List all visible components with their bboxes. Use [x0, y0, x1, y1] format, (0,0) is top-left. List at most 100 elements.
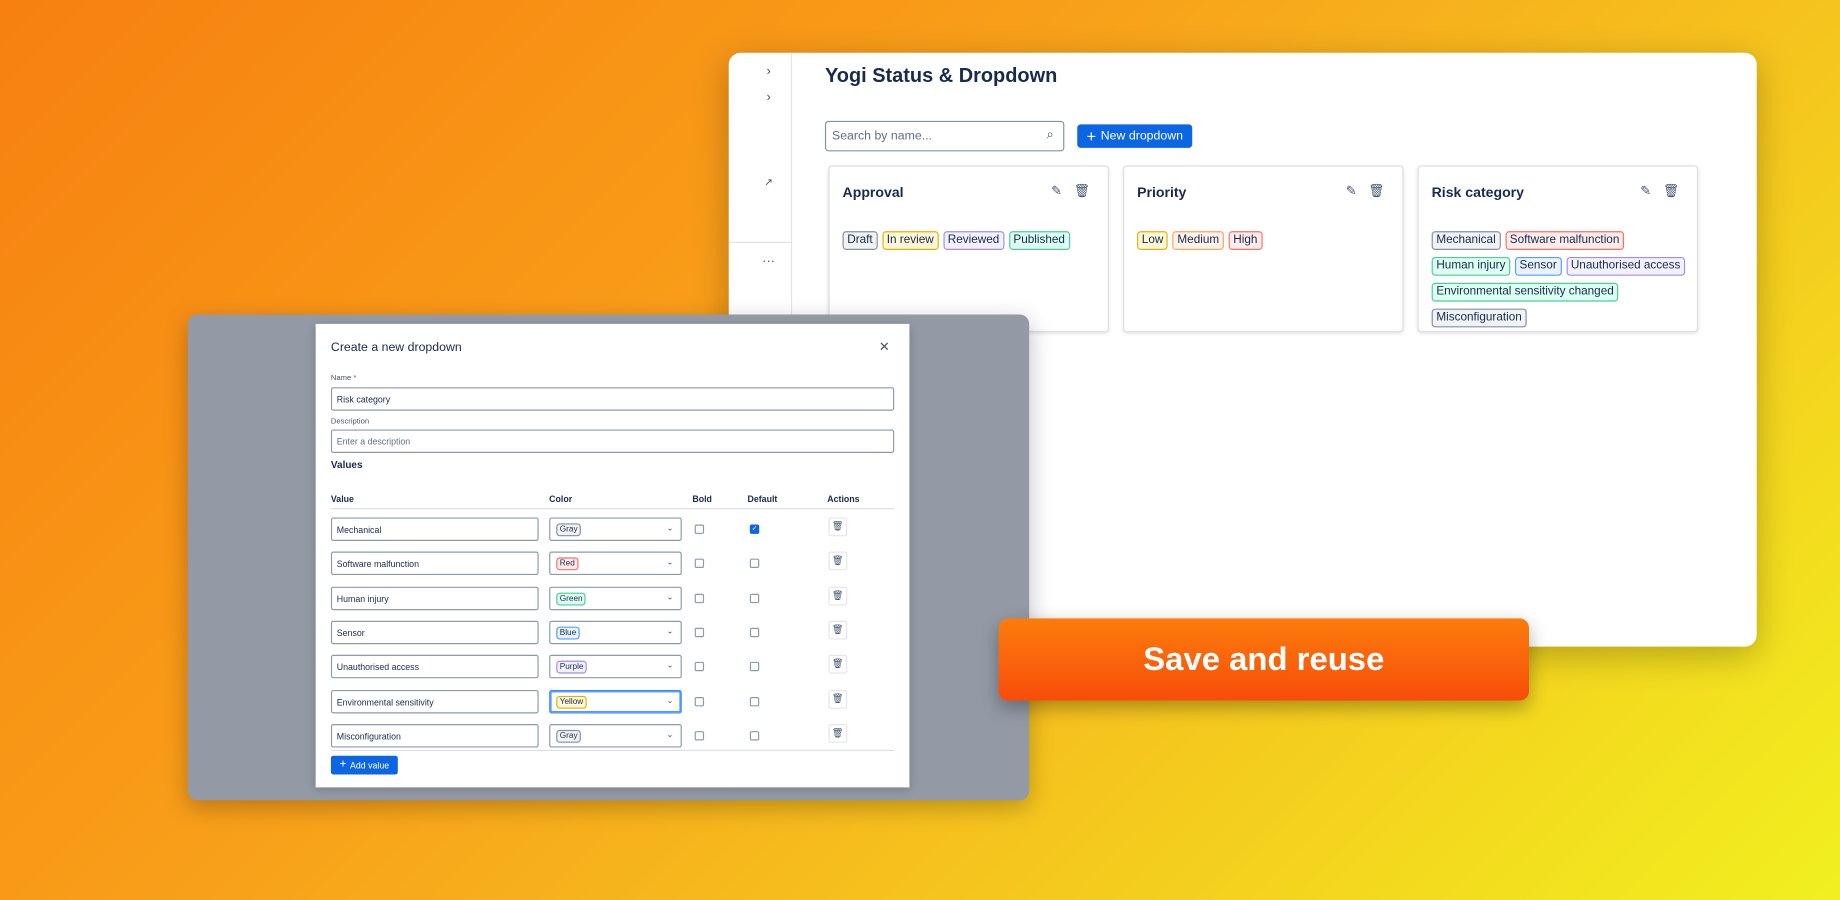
tag-list: Low Medium High — [1137, 231, 1390, 250]
add-value-label: Add value — [349, 759, 390, 771]
trash-icon[interactable]: 🗑 — [1368, 183, 1384, 198]
status-tag: Low — [1137, 231, 1169, 250]
header-bold: Bold — [692, 494, 712, 505]
add-value-button[interactable]: + Add value — [330, 755, 398, 775]
external-link-icon[interactable]: ↗ — [762, 176, 776, 189]
color-tag: Gray — [556, 729, 582, 743]
page-title: Yogi Status & Dropdown — [824, 64, 1058, 87]
new-dropdown-button[interactable]: + New dropdown — [1077, 124, 1193, 148]
delete-row-button[interactable]: 🗑 — [828, 586, 848, 606]
bold-checkbox[interactable] — [694, 696, 705, 706]
name-label-text: Name — [330, 374, 352, 383]
default-checkbox[interactable]: ✓ — [749, 524, 760, 534]
status-tag: Draft — [842, 231, 878, 250]
trash-icon[interactable]: 🗑 — [1663, 183, 1679, 198]
required-mark: * — [353, 374, 357, 383]
delete-row-button[interactable]: 🗑 — [828, 655, 848, 674]
name-input[interactable]: Risk category — [330, 387, 895, 411]
modal-title: Create a new dropdown — [330, 340, 462, 355]
dropdown-card: Risk category ✎ 🗑 Mechanical Software mal… — [1417, 165, 1699, 333]
default-checkbox[interactable] — [749, 558, 760, 569]
description-label: Description — [330, 417, 370, 426]
color-select[interactable]: Gray ⌄ — [549, 517, 682, 541]
color-tag: Green — [556, 592, 587, 606]
value-input[interactable]: Software malfunction — [330, 551, 539, 576]
color-select[interactable]: Yellow ⌄ — [549, 689, 682, 713]
sidebar-divider — [728, 241, 793, 243]
header-divider — [330, 508, 895, 510]
default-checkbox[interactable] — [749, 662, 760, 672]
bold-checkbox[interactable] — [694, 593, 705, 603]
delete-row-button[interactable]: 🗑 — [828, 689, 848, 709]
delete-row-button[interactable]: 🗑 — [828, 551, 848, 571]
status-tag: Environmental sensitivity changed — [1431, 282, 1619, 302]
edit-icon[interactable]: ✎ — [1051, 183, 1062, 198]
chevron-down-icon: ⌄ — [666, 593, 674, 602]
delete-row-button[interactable]: 🗑 — [828, 723, 848, 743]
trash-icon: 🗑 — [831, 658, 844, 670]
tag-list: Mechanical Software malfunction Human inju… — [1431, 231, 1686, 328]
color-select[interactable]: Gray ⌄ — [549, 723, 682, 748]
edit-icon[interactable]: ✎ — [1346, 183, 1357, 198]
chevron-down-icon: ⌄ — [666, 558, 674, 568]
search-input[interactable]: Search by name... ⌕ — [824, 120, 1065, 152]
header-color: Color — [549, 494, 573, 505]
create-dropdown-modal: Create a new dropdown ✕ Name * Risk cate… — [315, 323, 910, 788]
edit-icon[interactable]: ✎ — [1640, 183, 1651, 198]
chevron-down-icon: ⌄ — [666, 696, 674, 705]
plus-icon: + — [1086, 126, 1097, 146]
trash-icon: 🗑 — [831, 727, 844, 738]
header-default: Default — [747, 494, 778, 505]
card-title: Risk category — [1431, 184, 1524, 201]
chevron-right-icon[interactable]: › — [762, 65, 776, 79]
bold-checkbox[interactable] — [694, 627, 705, 638]
bold-checkbox[interactable] — [694, 558, 705, 569]
trash-icon: 🗑 — [831, 555, 844, 566]
value-input[interactable]: Human injury — [330, 586, 539, 610]
status-tag: Published — [1008, 231, 1070, 250]
default-checkbox[interactable] — [749, 593, 760, 603]
default-checkbox[interactable] — [749, 627, 760, 638]
trash-icon[interactable]: 🗑 — [1074, 183, 1090, 198]
status-tag: In review — [882, 231, 939, 250]
status-tag: Mechanical — [1431, 231, 1501, 250]
default-checkbox[interactable] — [749, 730, 760, 741]
bold-checkbox[interactable] — [694, 662, 705, 672]
color-select[interactable]: Purple ⌄ — [549, 655, 682, 679]
chevron-right-icon[interactable]: › — [762, 90, 776, 104]
delete-row-button[interactable]: 🗑 — [828, 620, 848, 640]
close-icon[interactable]: ✕ — [879, 339, 890, 354]
name-label: Name * — [331, 374, 356, 382]
search-icon: ⌕ — [1046, 127, 1054, 142]
default-checkbox[interactable] — [749, 696, 760, 706]
color-select[interactable]: Green ⌄ — [549, 586, 682, 610]
value-input[interactable]: Unauthorised access — [330, 655, 539, 679]
value-input[interactable]: Misconfiguration — [330, 723, 539, 748]
tag-list: Draft In review Reviewed Published — [842, 231, 1096, 250]
color-select[interactable]: Blue ⌄ — [549, 620, 682, 645]
more-icon[interactable]: ··· — [762, 255, 776, 269]
value-input[interactable]: Sensor — [330, 620, 539, 645]
color-select[interactable]: Red ⌄ — [549, 551, 682, 576]
chevron-down-icon: ⌄ — [666, 524, 674, 533]
status-tag: Software malfunction — [1505, 231, 1625, 250]
status-tag: Unauthorised access — [1566, 256, 1686, 276]
table-bottom-divider — [330, 749, 895, 752]
search-placeholder: Search by name... — [831, 129, 932, 144]
dropdown-card: Approval ✎ 🗑 Draft In review Reviewed Publi… — [828, 165, 1109, 333]
status-tag: Human injury — [1431, 256, 1511, 276]
delete-row-button[interactable]: 🗑 — [828, 517, 848, 537]
chevron-down-icon: ⌄ — [666, 662, 674, 671]
card-title: Approval — [842, 184, 904, 201]
card-title: Priority — [1137, 184, 1187, 201]
header-value: Value — [330, 494, 354, 505]
bold-checkbox[interactable] — [694, 524, 705, 534]
description-input[interactable]: Enter a description — [330, 429, 895, 453]
value-input[interactable]: Mechanical — [330, 517, 539, 541]
bold-checkbox[interactable] — [694, 730, 705, 741]
value-input[interactable]: Environmental sensitivity — [330, 689, 539, 713]
values-heading: Values — [330, 458, 363, 471]
trash-icon: 🗑 — [831, 692, 844, 704]
header-actions: Actions — [827, 494, 860, 505]
status-tag: High — [1228, 231, 1263, 250]
